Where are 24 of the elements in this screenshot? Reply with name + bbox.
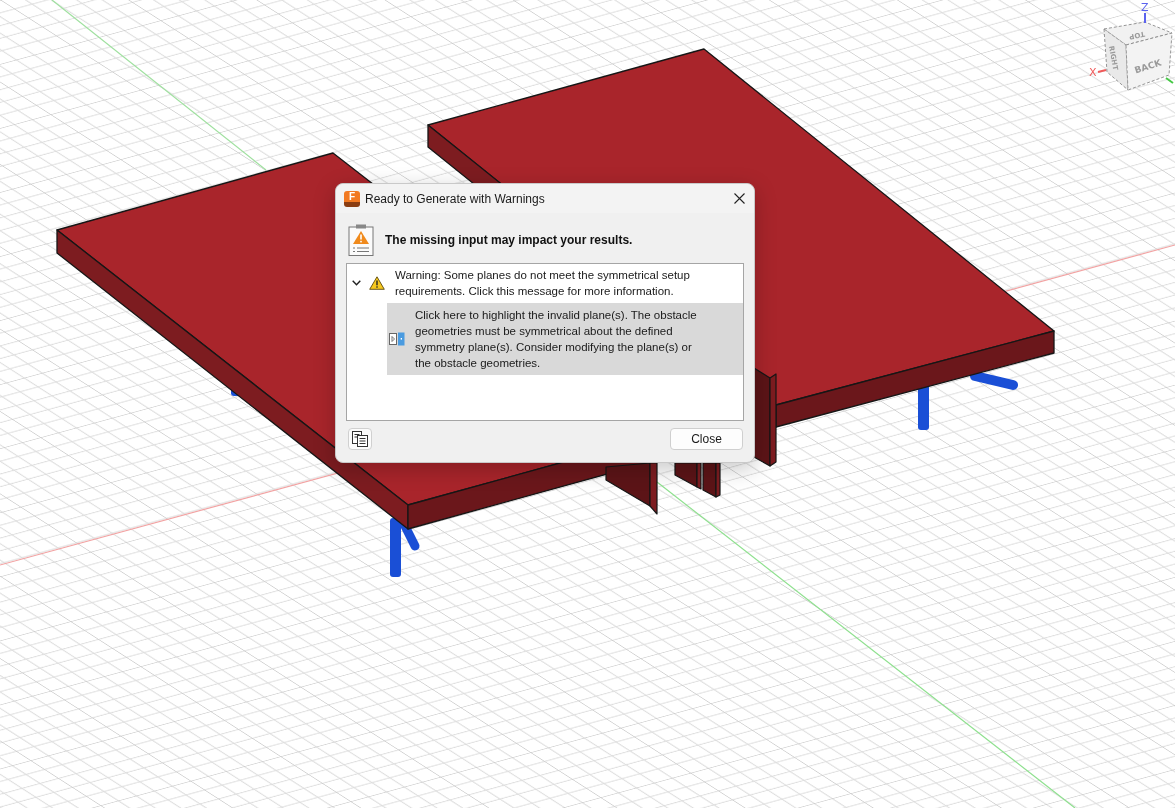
chevron-down-icon[interactable]	[352, 280, 361, 286]
message-text: Warning: Some planes do not meet the symmetrical setup requirements. Click this message for more information.	[395, 268, 691, 299]
headline-text: The missing input may impact your results.	[385, 233, 633, 247]
support-post	[970, 371, 1018, 390]
close-icon	[733, 193, 745, 204]
fin-plate	[605, 462, 658, 515]
message-text: Click here to highlight the invalid plane(s). The obstacle geometries must be symmetrical about the defined symmetry plane(s). Consider modifying the plane(s) or the obstacle geometries.	[415, 308, 698, 371]
message-row[interactable]: Click here to highlight the invalid plane(s). The obstacle geometries must be symmetrical about the defined symmetry plane(s). Consider modifying the plane(s) or the obstacle geometries.	[387, 303, 743, 375]
app-logo: F	[344, 190, 360, 207]
warning-icon	[369, 276, 385, 290]
support-post	[390, 518, 420, 577]
message-row[interactable]: Warning: Some planes do not meet the symmetrical setup requirements. Click this message for more information.	[347, 264, 743, 303]
close-button[interactable]	[732, 191, 746, 206]
window-title: Ready to Generate with Warnings	[365, 191, 545, 206]
symmetry-plane-icon	[389, 332, 405, 346]
warning-clipboard-icon	[348, 224, 374, 256]
axis-stub	[1144, 12, 1146, 24]
documents-icon	[352, 431, 368, 447]
axis-label: Z	[1141, 1, 1149, 14]
axis-stub	[1097, 69, 1107, 73]
close-button[interactable]: Close	[670, 428, 743, 450]
axis-label: X	[1089, 66, 1097, 79]
copy-button[interactable]	[348, 428, 372, 450]
axis-stub	[1165, 77, 1174, 84]
